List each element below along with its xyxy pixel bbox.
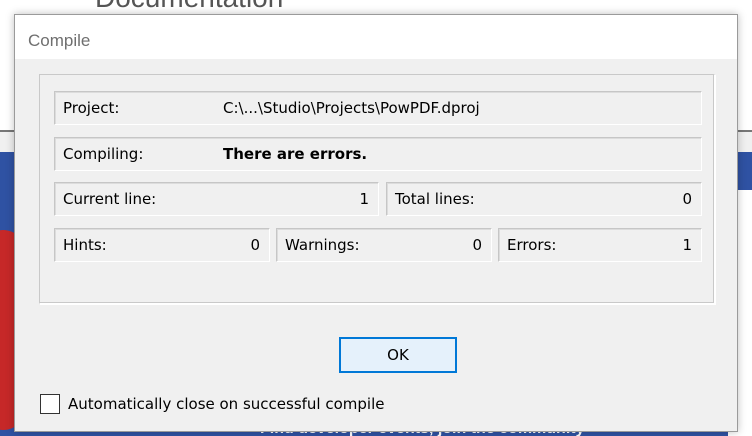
- total-lines-field: Total lines: 0: [386, 182, 702, 216]
- total-lines-value: 0: [682, 190, 692, 208]
- warnings-label: Warnings:: [285, 236, 360, 254]
- background-heading: Documentation: [95, 0, 283, 14]
- errors-label: Errors:: [507, 236, 557, 254]
- hints-label: Hints:: [63, 236, 107, 254]
- current-line-label: Current line:: [63, 190, 157, 208]
- current-line-field: Current line: 1: [54, 182, 379, 216]
- compiling-field: Compiling: There are errors.: [54, 137, 702, 171]
- dialog-title: Compile: [28, 31, 91, 50]
- current-line-value: 1: [359, 190, 369, 208]
- ok-button[interactable]: OK: [339, 337, 457, 373]
- errors-field: Errors: 1: [498, 228, 702, 262]
- compiling-status: There are errors.: [223, 145, 368, 163]
- auto-close-checkbox[interactable]: [40, 394, 60, 414]
- project-field: Project: C:\...\Studio\Projects\PowPDF.d…: [54, 91, 702, 125]
- auto-close-label[interactable]: Automatically close on successful compil…: [68, 395, 384, 413]
- total-lines-label: Total lines:: [395, 190, 475, 208]
- compiling-label: Compiling:: [63, 145, 144, 163]
- project-value: C:\...\Studio\Projects\PowPDF.dproj: [223, 99, 480, 117]
- compile-dialog: Compile Project: C:\...\Studio\Projects\…: [14, 14, 738, 432]
- warnings-value: 0: [472, 236, 482, 254]
- errors-value: 1: [682, 236, 692, 254]
- hints-field: Hints: 0: [54, 228, 270, 262]
- project-label: Project:: [63, 99, 120, 117]
- hints-value: 0: [250, 236, 260, 254]
- compile-status-group: Project: C:\...\Studio\Projects\PowPDF.d…: [39, 74, 715, 304]
- dialog-titlebar[interactable]: Compile: [15, 15, 737, 59]
- warnings-field: Warnings: 0: [276, 228, 492, 262]
